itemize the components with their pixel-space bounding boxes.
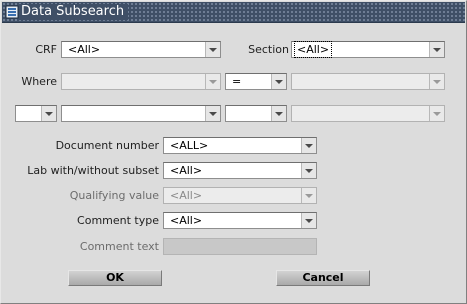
where-label: Where xyxy=(21,75,57,88)
second-operator-select[interactable] xyxy=(225,105,287,122)
chevron-down-icon[interactable] xyxy=(41,106,56,121)
comment-text-field[interactable] xyxy=(163,238,317,255)
chevron-down-icon[interactable] xyxy=(271,74,286,89)
section-select-value: <All> xyxy=(293,41,333,58)
where-value-select[interactable] xyxy=(291,73,445,90)
chevron-down-icon[interactable] xyxy=(205,106,220,121)
chevron-down-icon[interactable] xyxy=(205,42,220,57)
database-icon xyxy=(5,5,19,19)
comment-text-label: Comment text xyxy=(79,240,159,253)
where-operator-value: = xyxy=(232,75,242,88)
chevron-down-icon[interactable] xyxy=(429,106,444,121)
lab-subset-label: Lab with/without subset xyxy=(27,164,159,177)
comment-type-label: Comment type xyxy=(77,214,159,227)
chevron-down-icon[interactable] xyxy=(301,163,316,178)
title-bar[interactable]: Data Subsearch xyxy=(2,2,465,23)
crf-label: CRF xyxy=(35,43,57,56)
chevron-down-icon[interactable] xyxy=(301,188,316,203)
chevron-down-icon[interactable] xyxy=(301,138,316,153)
lab-subset-value: <All> xyxy=(170,164,203,177)
where-operator-select[interactable]: = xyxy=(225,73,287,90)
qualifying-value-label: Qualifying value xyxy=(69,189,159,202)
qualifying-value-select[interactable]: <All> xyxy=(163,187,317,204)
qualifying-value-value: <All> xyxy=(170,189,203,202)
document-number-value: <ALL> xyxy=(170,139,209,152)
second-value-select[interactable] xyxy=(291,105,445,122)
chevron-down-icon[interactable] xyxy=(429,74,444,89)
cancel-button[interactable]: Cancel xyxy=(276,270,370,286)
comment-type-value: <All> xyxy=(170,214,203,227)
where-field-select[interactable] xyxy=(61,73,221,90)
crf-select-value: <All> xyxy=(68,43,101,56)
document-number-select[interactable]: <ALL> xyxy=(163,137,317,154)
data-subsearch-dialog: Data Subsearch CRF <All> Section <All> W… xyxy=(0,0,467,304)
chevron-down-icon[interactable] xyxy=(301,213,316,228)
chevron-down-icon[interactable] xyxy=(205,74,220,89)
lab-subset-select[interactable]: <All> xyxy=(163,162,317,179)
crf-select[interactable]: <All> xyxy=(61,41,221,58)
document-number-label: Document number xyxy=(55,139,159,152)
chevron-down-icon[interactable] xyxy=(271,106,286,121)
section-select[interactable]: <All> xyxy=(291,41,445,58)
section-label: Section xyxy=(248,43,289,56)
window-title: Data Subsearch xyxy=(19,4,129,20)
ok-button[interactable]: OK xyxy=(68,270,162,286)
chevron-down-icon[interactable] xyxy=(429,42,444,57)
paren-select[interactable] xyxy=(15,105,57,122)
second-field-select[interactable] xyxy=(61,105,221,122)
comment-type-select[interactable]: <All> xyxy=(163,212,317,229)
